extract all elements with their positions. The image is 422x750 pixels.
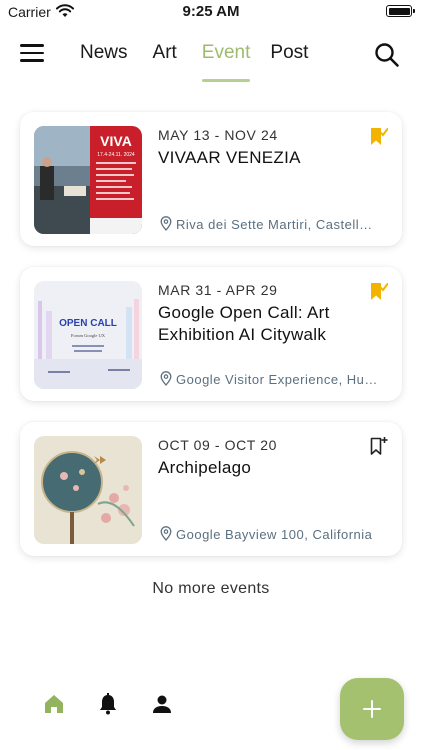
- tab-news[interactable]: News: [80, 42, 128, 72]
- thumbnail-heading: OPEN CALL: [59, 318, 117, 329]
- event-dates: OCT 09 - OCT 20: [158, 437, 277, 453]
- profile-icon[interactable]: [150, 692, 174, 716]
- clock: 9:25 AM: [182, 3, 240, 20]
- search-icon[interactable]: [374, 42, 400, 68]
- event-dates: MAR 31 - APR 29: [158, 282, 278, 298]
- bell-icon[interactable]: [96, 692, 120, 716]
- event-card[interactable]: OPEN CALL Forum Google UX MAR 31 - APR 2…: [20, 267, 402, 401]
- event-card[interactable]: OCT 09 - OCT 20 Archipelago Google Bayvi…: [20, 422, 402, 556]
- event-location: Riva dei Sette Martiri, Castello 1255 Ve…: [176, 217, 378, 232]
- thumbnail-date: 17.4-24.11. 2024: [97, 152, 135, 158]
- battery-icon: [386, 5, 415, 17]
- event-location: Google Visitor Experience, Hudson Street: [176, 372, 378, 387]
- tab-post[interactable]: Post: [270, 42, 308, 72]
- status-bar: Carrier 9:25 AM: [0, 0, 422, 24]
- category-tabs: News Art Event Post: [80, 42, 308, 82]
- event-dates: MAY 13 - NOV 24: [158, 127, 278, 143]
- event-location: Google Bayview 100, California: [176, 527, 373, 542]
- thumbnail-subheading: Forum Google UX: [71, 333, 106, 338]
- bookmark-added-icon[interactable]: [370, 281, 388, 301]
- bottom-navigation: [0, 670, 422, 750]
- event-thumbnail: VIVA 17.4-24.11. 2024: [34, 126, 142, 234]
- event-list: VIVA 17.4-24.11. 2024 MAY 13 - NOV 24 VI…: [20, 112, 402, 577]
- tab-art[interactable]: Art: [153, 42, 177, 72]
- event-title: Google Open Call: Art Exhibition AI City…: [158, 303, 330, 344]
- tab-event[interactable]: Event: [201, 42, 250, 82]
- bookmark-add-icon[interactable]: [370, 436, 388, 456]
- bookmark-added-icon[interactable]: [370, 126, 388, 146]
- event-title: Archipelago: [158, 458, 252, 477]
- event-thumbnail: [34, 436, 142, 544]
- top-navigation: News Art Event Post: [0, 32, 422, 86]
- end-of-list-message: No more events: [152, 580, 270, 597]
- event-thumbnail: OPEN CALL Forum Google UX: [34, 281, 142, 389]
- hamburger-menu-icon[interactable]: [20, 44, 44, 64]
- event-title: VIVAAR VENEZIA: [158, 148, 301, 167]
- home-icon[interactable]: [42, 692, 66, 716]
- event-card[interactable]: VIVA 17.4-24.11. 2024 MAY 13 - NOV 24 VI…: [20, 112, 402, 246]
- thumbnail-logo: VIVA: [100, 133, 132, 149]
- add-event-button[interactable]: [340, 678, 404, 740]
